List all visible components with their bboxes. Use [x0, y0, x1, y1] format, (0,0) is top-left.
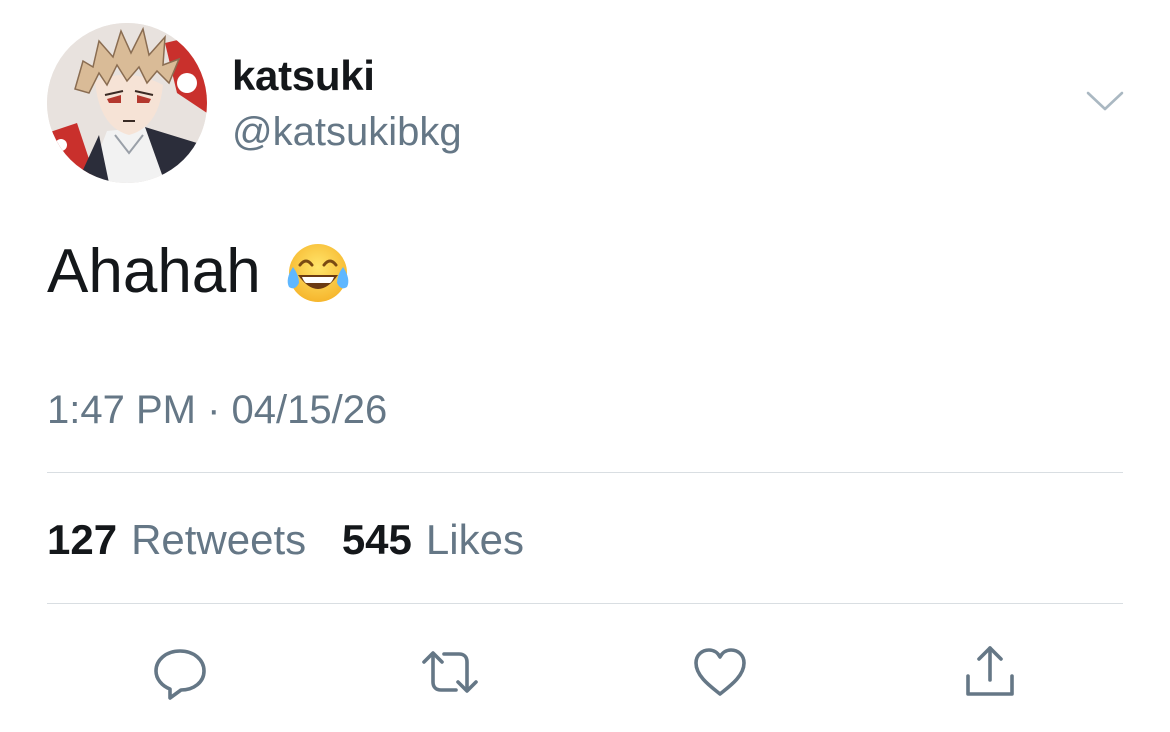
chevron-down-icon[interactable] — [1084, 86, 1126, 116]
retweet-icon — [422, 651, 478, 693]
timestamp-separator: · — [207, 388, 221, 432]
heart-icon — [694, 648, 746, 696]
tweet-time: 1:47 PM — [47, 388, 196, 432]
likes-count: 545 — [341, 516, 412, 563]
tweet-card: katsuki @katsukibkg Ahahah 1:47 PM · 04/… — [0, 0, 1170, 732]
reply-icon — [154, 649, 206, 700]
share-button[interactable] — [958, 640, 1022, 704]
retweets-count: 127 — [47, 516, 118, 563]
like-button[interactable] — [688, 640, 752, 704]
tweet-stats: 127 Retweets 545 Likes — [47, 515, 548, 565]
likes-label: Likes — [425, 516, 524, 563]
tweet-text-content: Ahahah — [47, 237, 261, 306]
divider — [47, 603, 1123, 604]
user-handle[interactable]: @katsukibkg — [232, 108, 462, 156]
reply-button[interactable] — [148, 640, 212, 704]
avatar-image — [47, 23, 207, 183]
tweet-text: Ahahah — [47, 236, 353, 308]
display-name[interactable]: katsuki — [232, 52, 375, 100]
tweet-date: 04/15/26 — [231, 388, 388, 432]
tweet-timestamp[interactable]: 1:47 PM · 04/15/26 — [47, 386, 387, 434]
avatar[interactable] — [47, 23, 207, 183]
retweets-label: Retweets — [131, 516, 307, 563]
retweet-button[interactable] — [418, 640, 482, 704]
likes-stat[interactable]: 545 Likes — [342, 516, 548, 563]
retweets-stat[interactable]: 127 Retweets — [47, 516, 342, 563]
divider — [47, 472, 1123, 473]
share-icon — [966, 646, 1014, 696]
tears-of-joy-emoji-icon — [283, 237, 353, 307]
